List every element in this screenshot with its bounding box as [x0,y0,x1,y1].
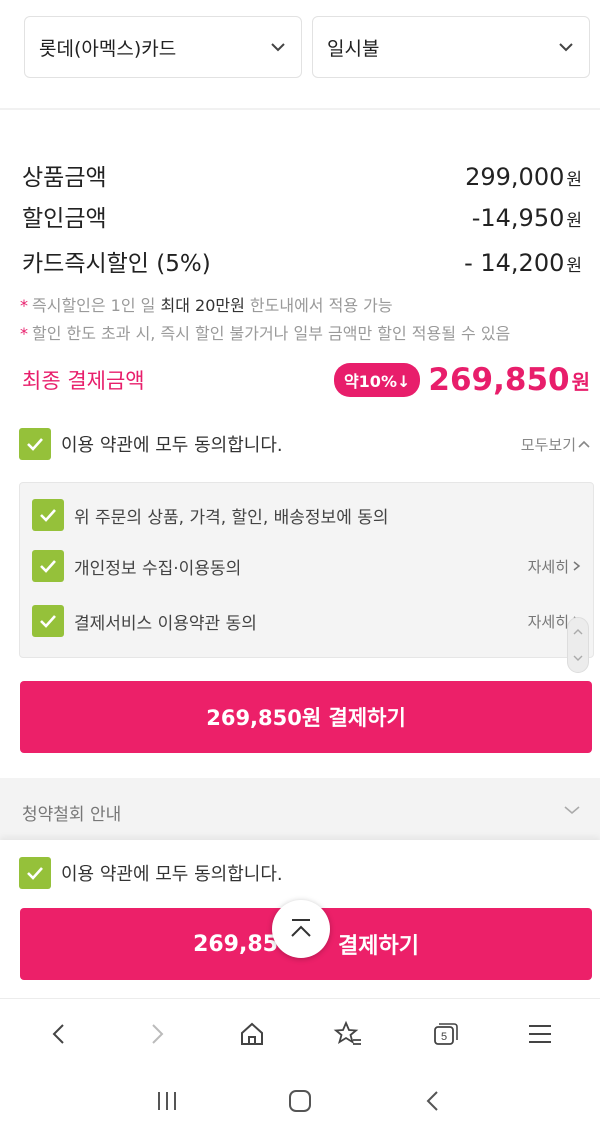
discount-badge: 약10%↓ [333,363,421,397]
home-button[interactable] [232,1014,272,1054]
home-system-button[interactable] [280,1081,320,1121]
forward-arrow-icon [152,1023,164,1044]
payment-selects: 롯데(아멕스)카드 일시불 [24,16,590,78]
term-item[interactable]: 위 주문의 상품, 가격, 할인, 배송정보에 동의 [32,499,583,531]
term-label: 결제서비스 이용약관 동의 [74,613,257,634]
chevron-down-icon[interactable] [562,800,582,820]
won-unit: 원 [566,170,582,190]
scroll-arrows-icon [573,629,583,661]
sticky-pay-amount: 269,85 [193,931,278,957]
home-square-icon [288,1090,311,1112]
term-label: 개인정보 수집·이용동의 [74,558,242,579]
term-checkbox[interactable] [32,605,64,637]
discount-value: -14,950 [471,204,565,232]
pay-button[interactable]: 269,850원 결제하기 [20,681,592,753]
product-price-value: 299,000 [465,163,565,191]
detail-label: 자세히 [527,612,569,631]
check-icon [27,867,43,880]
term-detail-link[interactable]: 자세히 [528,556,583,577]
discount-row: 할인금액 -14,950 원 [22,199,582,233]
product-price-label: 상품금액 [22,165,107,191]
check-icon [40,615,56,628]
home-icon [241,1022,263,1045]
term-label: 위 주문의 상품, 가격, 할인, 배송정보에 동의 [74,507,389,528]
installment-select[interactable]: 일시불 [312,16,590,78]
card-select[interactable]: 롯데(아멕스)카드 [24,16,302,78]
term-item[interactable]: 개인정보 수집·이용동의 자세히 [32,550,583,582]
card-select-value: 롯데(아멕스)카드 [39,37,177,60]
discount-note-1: * 즉시할인은 1인 일 최대 20만원 한도내에서 적용 가능 [20,292,393,316]
terms-box: 위 주문의 상품, 가격, 할인, 배송정보에 동의 개인정보 수집·이용동의 … [19,482,594,673]
note-text: 할인 한도 초과 시, 즉시 할인 불가거나 일부 금액만 할인 적용될 수 있… [32,324,511,343]
recent-apps-icon [157,1092,176,1110]
term-checkbox[interactable] [32,499,64,531]
recent-apps-button[interactable] [147,1081,187,1121]
menu-button[interactable] [520,1014,560,1054]
tabs-icon: 5 [434,1022,458,1045]
sticky-pay-label: 결제하기 [337,934,419,959]
star-list-icon [333,1020,361,1045]
back-arrow-icon [52,1023,64,1044]
system-nav-bar [0,1068,600,1134]
detail-label: 자세히 [527,557,569,576]
scrollbar-handle[interactable] [567,617,589,673]
browser-toolbar: 5 [0,998,600,1068]
product-price-row: 상품금액 299,000 원 [22,158,582,192]
agree-all-row[interactable]: 이용 약관에 모두 동의합니다. 모두보기 [19,428,592,460]
agree-all-label: 이용 약관에 모두 동의합니다. [61,435,283,456]
final-amount-value: 269,850 [428,362,570,398]
term-checkbox[interactable] [32,550,64,582]
check-icon [40,560,56,573]
sticky-agree-label: 이용 약관에 모두 동의합니다. [61,864,283,885]
back-button[interactable] [40,1014,80,1054]
system-back-button[interactable] [413,1081,453,1121]
view-all-label: 모두보기 [520,435,576,454]
discount-note-2: * 할인 한도 초과 시, 즉시 할인 불가거나 일부 금액만 할인 적용될 수 … [20,320,510,344]
discount-label: 할인금액 [22,206,107,232]
back-chevron-icon [426,1091,439,1111]
check-icon [27,438,43,451]
term-item[interactable]: 결제서비스 이용약관 동의 자세히 [32,605,583,637]
note-highlight: 최대 20만원 [160,296,245,315]
chevron-right-icon [573,561,581,571]
chevron-down-icon [271,43,285,52]
scroll-top-button[interactable] [272,900,330,958]
won-unit: 원 [571,369,590,394]
final-amount-label: 최종 결제금액 [22,369,145,393]
card-discount-value: - 14,200 [464,249,565,277]
chevron-down-icon [559,43,573,52]
card-discount-label: 카드즉시할인 (5%) [22,251,211,277]
check-icon [40,509,56,522]
scroll-top-icon [291,919,311,937]
forward-button[interactable] [136,1014,176,1054]
tabs-count: 5 [441,1031,447,1043]
note-star: * [20,324,28,343]
divider [0,108,600,110]
note-text: 즉시할인은 1인 일 [32,296,156,315]
view-all-link[interactable]: 모두보기 [521,434,592,455]
won-unit: 원 [566,211,582,231]
final-amount-row: 최종 결제금액 약10%↓ 269,850 원 [22,352,590,408]
withdrawal-label[interactable]: 청약철회 안내 [22,800,121,825]
card-discount-row: 카드즉시할인 (5%) - 14,200 원 [22,244,582,278]
chevron-up-icon [578,440,590,448]
agree-all-checkbox[interactable] [19,428,51,460]
sticky-agree-checkbox[interactable] [19,857,51,889]
sticky-agree-row[interactable]: 이용 약관에 모두 동의합니다. [19,857,592,889]
note-text: 한도내에서 적용 가능 [249,296,393,315]
tabs-button[interactable]: 5 [424,1014,464,1054]
note-star: * [20,296,28,315]
bookmarks-button[interactable] [328,1014,368,1054]
hamburger-menu-icon [529,1024,551,1043]
won-unit: 원 [566,256,582,276]
installment-select-value: 일시불 [327,37,380,60]
